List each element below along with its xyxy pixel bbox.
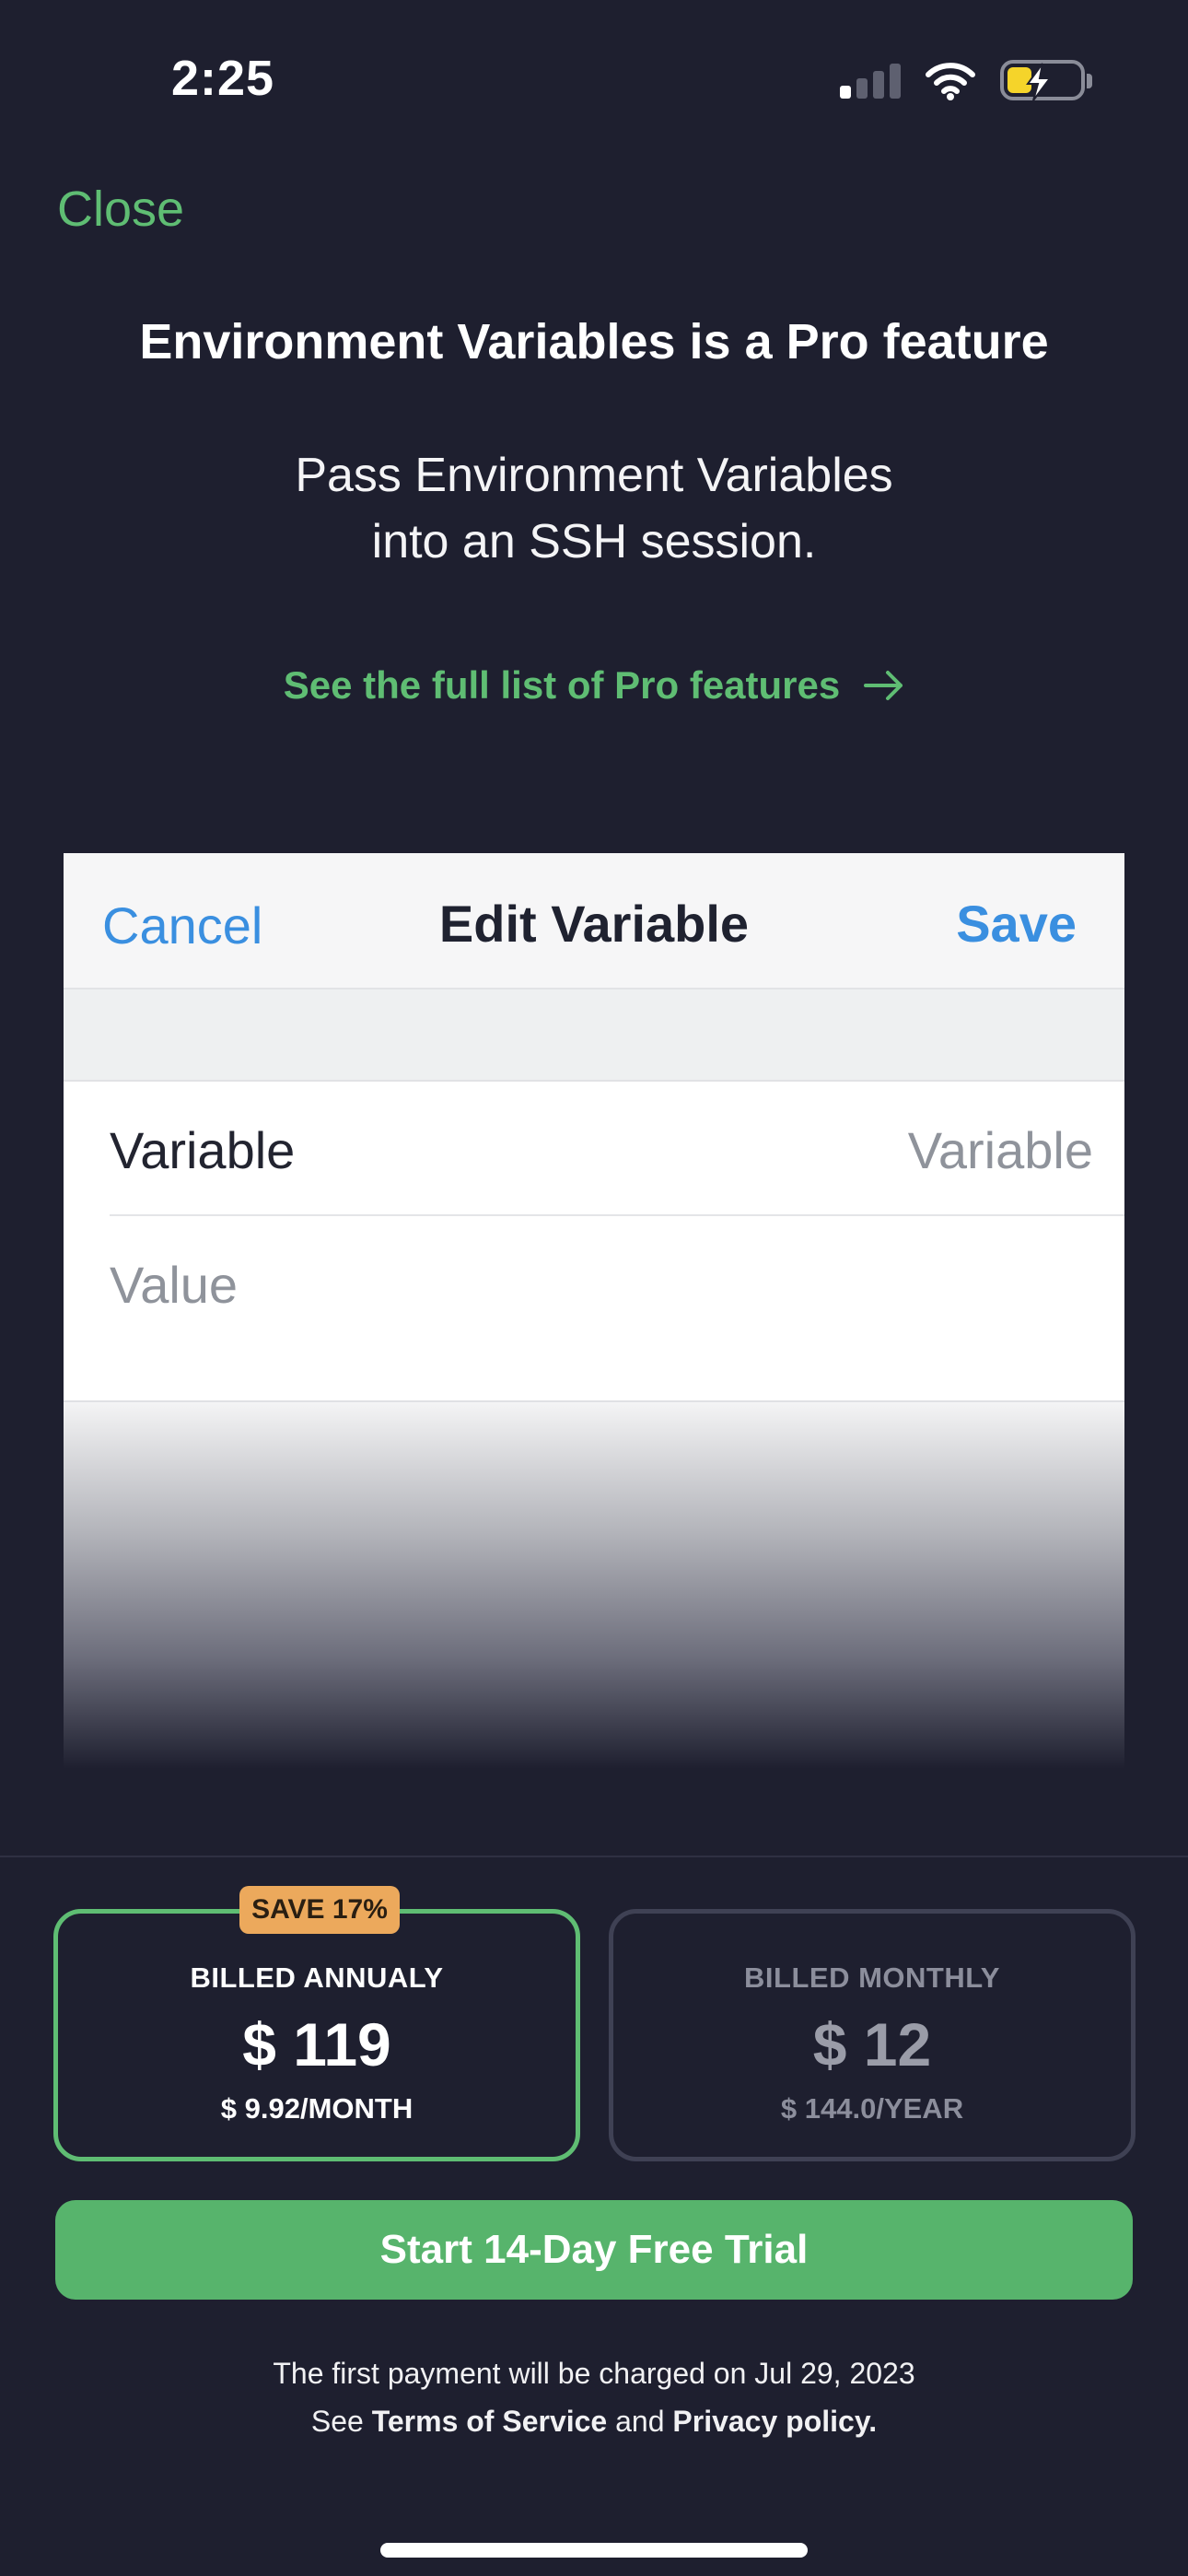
plan-monthly-price: $ 12	[812, 2010, 932, 2078]
plan-monthly-option[interactable]: BILLED MONTHLY $ 12 $ 144.0/YEAR	[609, 1909, 1136, 2161]
legal-and: and	[615, 2405, 665, 2438]
privacy-policy-link[interactable]: Privacy policy.	[672, 2405, 877, 2438]
pro-features-link-label: See the full list of Pro features	[283, 663, 841, 707]
arrow-right-icon	[864, 671, 903, 700]
section-divider	[0, 1856, 1188, 1857]
preview-variable-row: Variable Variable	[110, 1082, 1124, 1216]
home-indicator[interactable]	[380, 2543, 808, 2558]
plan-monthly-per-year: $ 144.0/YEAR	[780, 2092, 964, 2125]
save-badge: SAVE 17%	[239, 1886, 400, 1934]
status-time: 2:25	[171, 51, 275, 106]
close-button[interactable]: Close	[57, 181, 184, 238]
status-icons	[840, 57, 1092, 103]
cellular-signal-icon	[840, 62, 901, 99]
preview-value-placeholder: Value	[110, 1256, 239, 1314]
feature-description-line: Pass Environment Variables	[295, 449, 893, 502]
preview-nav-bar: Cancel Edit Variable Save	[64, 853, 1124, 989]
preview-variable-label: Variable	[110, 1121, 296, 1179]
pro-features-link[interactable]: See the full list of Pro features	[0, 663, 1188, 708]
plan-annual-option[interactable]: SAVE 17% BILLED ANNUALY $ 119 $ 9.92/MON…	[53, 1886, 580, 2161]
wifi-icon	[926, 63, 975, 100]
payment-notice: The first payment will be charged on Jul…	[273, 2357, 915, 2390]
preview-section-spacer	[64, 989, 1124, 1080]
plan-annual-per-month: $ 9.92/MONTH	[220, 2092, 413, 2125]
feature-headline: Environment Variables is a Pro feature	[139, 314, 1049, 369]
plan-annual-label: BILLED ANNUALY	[190, 1961, 444, 1994]
plan-monthly-label: BILLED MONTHLY	[744, 1961, 1000, 1994]
paywall-screen: 2:25 Close Environment Variables is a Pr…	[0, 0, 1188, 2576]
preview-variable-placeholder: Variable	[907, 1121, 1093, 1179]
legal-prefix: See	[310, 2405, 364, 2438]
legal-links: See Terms of Service and Privacy policy.	[0, 2405, 1188, 2439]
start-trial-button[interactable]: Start 14-Day Free Trial	[55, 2200, 1133, 2300]
battery-charging-icon	[1000, 60, 1092, 101]
terms-of-service-link[interactable]: Terms of Service	[372, 2405, 608, 2438]
feature-description-line: into an SSH session.	[371, 515, 817, 568]
feature-preview: Cancel Edit Variable Save Variable Varia…	[64, 853, 1124, 1769]
preview-save-button: Save	[956, 895, 1077, 953]
feature-description: Pass Environment Variables into an SSH s…	[0, 442, 1188, 575]
preview-form: Variable Variable Value	[64, 1080, 1124, 1400]
preview-fade-overlay	[64, 1400, 1124, 1769]
plan-annual-price: $ 119	[242, 2010, 391, 2078]
